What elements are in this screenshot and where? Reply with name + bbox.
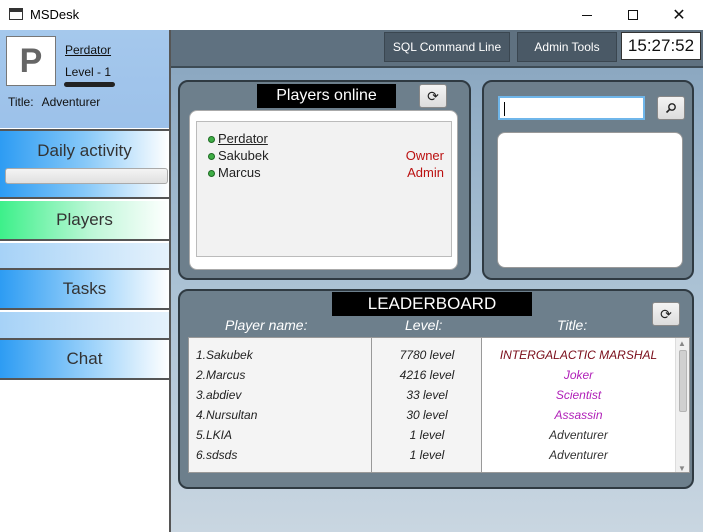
nav-players-label: Players — [56, 210, 113, 229]
leaderboard-player-level: 1 level — [409, 448, 445, 462]
players-online-box: Perdator Sakubek Owner Marcus Admin — [189, 110, 458, 270]
player-name: Marcus — [218, 165, 261, 180]
profile-title: Title: Adventurer — [8, 95, 100, 109]
leaderboard-player-title: Assassin — [554, 408, 603, 422]
leaderboard-player-title: Joker — [563, 368, 594, 382]
avatar[interactable]: P — [6, 36, 56, 86]
player-row[interactable]: Perdator — [208, 131, 444, 148]
player-row[interactable]: Marcus Admin — [208, 165, 444, 182]
leaderboard-player-title: INTERGALACTIC MARSHAL — [499, 348, 658, 362]
leaderboard-player-name: 5.LKIA — [196, 428, 233, 442]
search-panel — [482, 80, 694, 280]
top-toolbar: SQL Command Line Admin Tools 15:27:52 — [171, 30, 703, 68]
player-name: Perdator — [218, 131, 268, 146]
nav-daily-activity-label: Daily activity — [37, 141, 132, 160]
profile-title-value: Adventurer — [41, 95, 101, 109]
refresh-icon: ⟳ — [427, 87, 439, 104]
window-title: MSDesk — [30, 7, 80, 22]
profile-name-link[interactable]: Perdator — [65, 43, 111, 57]
leaderboard-panel: LEADERBOARD ⟳ Player name: Level: Title:… — [178, 289, 694, 489]
minimize-button[interactable] — [564, 0, 610, 30]
search-icon — [665, 103, 676, 114]
search-results-box — [497, 132, 683, 268]
minimize-icon — [582, 14, 592, 16]
title-bar: MSDesk ✕ — [0, 0, 703, 30]
leaderboard-player-level: 7780 level — [399, 348, 455, 362]
player-role: Admin — [407, 165, 444, 180]
level-progress-bar — [64, 82, 115, 87]
leaderboard-player-level: 1 level — [409, 428, 445, 442]
online-status-icon — [208, 170, 215, 177]
players-online-list: Perdator Sakubek Owner Marcus Admin — [196, 121, 452, 257]
maximize-button[interactable] — [610, 0, 656, 30]
close-icon: ✕ — [672, 7, 686, 24]
online-status-icon — [208, 136, 215, 143]
sidebar: P Perdator Level - 1 Title: Adventurer Da… — [0, 30, 171, 532]
nav-chat-label: Chat — [66, 349, 103, 368]
profile-title-label: Title: — [8, 95, 34, 109]
text-caret — [504, 102, 505, 116]
leaderboard-player-title: Scientist — [555, 388, 602, 402]
app-icon — [9, 8, 23, 20]
profile-level: Level - 1 — [65, 65, 112, 79]
nav-tasks[interactable]: Tasks — [0, 270, 169, 310]
search-input[interactable] — [498, 96, 645, 120]
player-row[interactable]: Sakubek Owner — [208, 148, 444, 165]
leaderboard-player-title: Adventurer — [549, 448, 608, 462]
sql-command-line-button[interactable]: SQL Command Line — [384, 32, 510, 62]
refresh-leaderboard-button[interactable]: ⟳ — [652, 302, 680, 326]
nav-spacer — [0, 312, 169, 340]
nav-chat[interactable]: Chat — [0, 340, 169, 380]
column-header-name: Player name: — [225, 317, 308, 333]
player-role: Owner — [405, 148, 444, 163]
leaderboard-player-name: 2.Marcus — [196, 368, 246, 382]
scroll-thumb[interactable] — [679, 350, 687, 412]
leaderboard-player-name: 4.Nursultan — [196, 408, 258, 422]
maximize-icon — [628, 10, 638, 20]
nav-players[interactable]: Players — [0, 201, 169, 241]
column-header-level: Level: — [405, 317, 443, 333]
player-name: Sakubek — [218, 148, 269, 163]
leaderboard-player-level: 4216 level — [399, 368, 455, 382]
daily-activity-progress — [5, 168, 168, 184]
refresh-players-button[interactable]: ⟳ — [419, 84, 447, 108]
refresh-icon: ⟳ — [660, 305, 672, 322]
search-button[interactable] — [657, 96, 685, 120]
scroll-up-icon[interactable]: ▲ — [678, 339, 686, 348]
leaderboard-title: LEADERBOARD — [332, 292, 532, 316]
admin-tools-button[interactable]: Admin Tools — [517, 32, 617, 62]
leaderboard-player-name: 3.abdiev — [196, 388, 242, 402]
main-area: SQL Command Line Admin Tools 15:27:52 Pl… — [171, 30, 703, 532]
leaderboard-player-name: 1.Sakubek — [196, 348, 253, 362]
scroll-down-icon[interactable]: ▼ — [678, 464, 686, 472]
leaderboard-player-level: 33 level — [406, 388, 448, 402]
nav-tasks-label: Tasks — [62, 279, 107, 298]
players-online-title: Players online — [257, 84, 396, 108]
online-status-icon — [208, 153, 215, 160]
leaderboard-player-level: 30 level — [406, 408, 448, 422]
players-online-panel: Players online ⟳ Perdator Sakubek Owner … — [178, 80, 471, 280]
leaderboard-player-name: 6.sdsds — [196, 448, 238, 462]
close-button[interactable]: ✕ — [656, 0, 702, 30]
leaderboard-player-title: Adventurer — [549, 428, 608, 442]
column-header-title: Title: — [557, 317, 588, 333]
leaderboard-scrollbar[interactable]: ▲ ▼ — [675, 338, 689, 472]
nav-spacer — [0, 243, 169, 270]
profile-card: P Perdator Level - 1 Title: Adventurer — [0, 30, 169, 128]
leaderboard-table: 1.Sakubek 7780 level INTERGALACTIC MARSHAL… — [188, 337, 690, 473]
clock: 15:27:52 — [621, 32, 701, 60]
nav-daily-activity[interactable]: Daily activity — [0, 129, 169, 199]
